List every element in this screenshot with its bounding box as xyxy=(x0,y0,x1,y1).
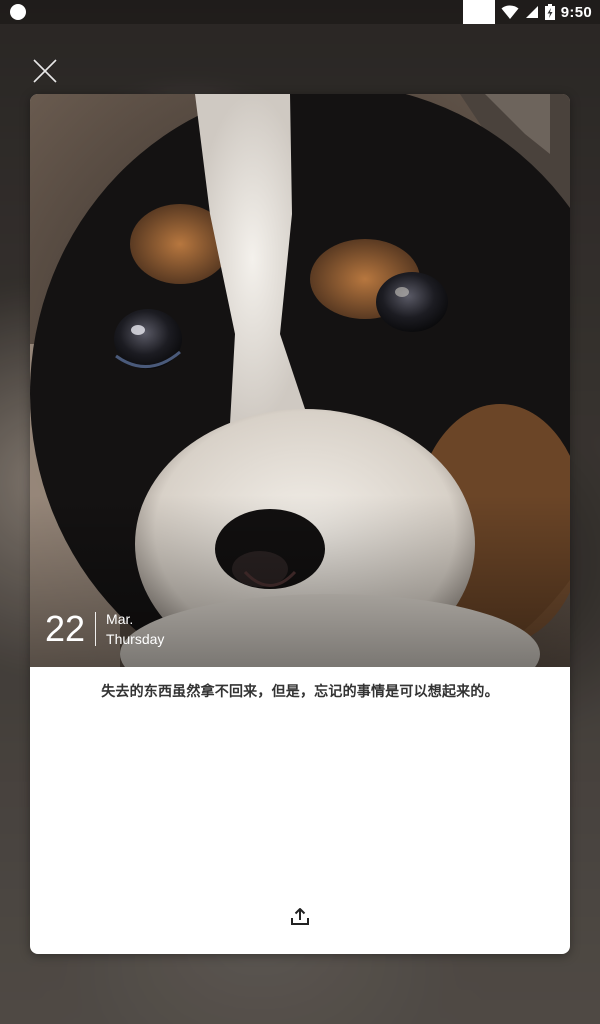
daily-quote: 失去的东西虽然拿不回来，但是，忘记的事情是可以想起来的。 xyxy=(101,684,499,700)
status-icons: 9:50 xyxy=(462,0,592,24)
date-day: 22 xyxy=(45,608,86,649)
status-bar: 9:50 xyxy=(0,0,600,24)
date-month: Mar. xyxy=(106,611,134,627)
status-placeholder-box xyxy=(462,0,495,24)
close-icon xyxy=(33,59,57,83)
date-divider xyxy=(95,612,97,646)
share-button[interactable] xyxy=(289,906,311,928)
wifi-icon xyxy=(501,5,519,19)
notification-dot-icon xyxy=(10,4,26,20)
date-weekday: Thursday xyxy=(106,631,165,647)
daily-card: 22 Mar. Thursday 失去的东西虽然拿不回来，但是，忘记的事情是可以… xyxy=(30,94,570,954)
battery-charging-icon xyxy=(544,4,555,20)
date-overlay: 22 Mar. Thursday xyxy=(45,609,164,649)
signal-icon xyxy=(525,6,538,18)
share-upload-icon xyxy=(291,908,309,925)
date-meta: Mar. Thursday xyxy=(106,609,164,649)
card-photo: 22 Mar. Thursday xyxy=(30,94,570,667)
status-time: 9:50 xyxy=(560,3,592,21)
app-screen: 9:50 22 Mar. Thursday 失去的东西虽然拿不回来，但是，忘记的… xyxy=(0,0,600,1024)
close-button[interactable] xyxy=(32,58,58,84)
puppy-photo xyxy=(30,94,570,667)
